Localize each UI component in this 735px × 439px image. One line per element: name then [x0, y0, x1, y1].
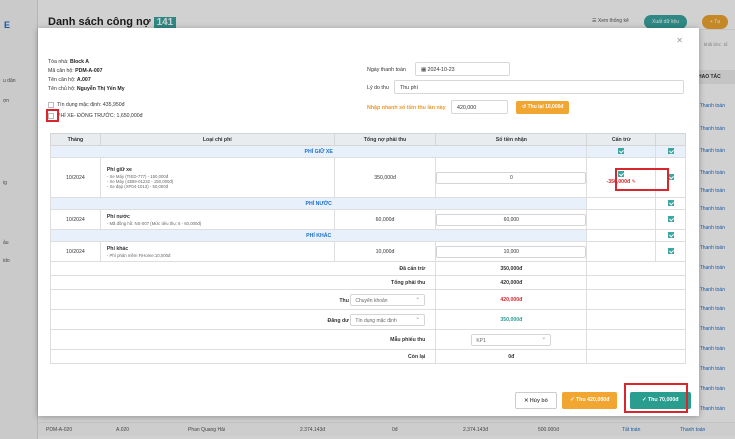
summary-offset-row: Đã cấn trừ 350,000đ: [49, 261, 686, 276]
quick-amount-input[interactable]: 420,000: [451, 100, 508, 114]
received-cell: 10,000: [435, 241, 588, 262]
month-cell: 10/2024: [50, 209, 101, 230]
col-total-debt: Tổng nợ phải thu: [333, 133, 437, 146]
total-cell: 350,000đ: [333, 157, 437, 198]
reason-label: Lý do thu: [367, 85, 389, 91]
received-input[interactable]: 60,000: [436, 213, 587, 226]
quick-refund-button[interactable]: ↺ Thu lại 10,000đ: [516, 101, 570, 114]
section-select-checkbox[interactable]: [667, 199, 674, 206]
highlight-box: [624, 383, 688, 413]
section-select-checkbox[interactable]: [667, 231, 674, 238]
pay-date-input[interactable]: ▦ 2024-10-23: [415, 62, 510, 76]
received-cell: 60,000: [435, 209, 588, 230]
fee-cell: Phí nước - Mã đồng hồ: NS-007 (Mức tiêu …: [99, 209, 335, 230]
received-input[interactable]: 10,000: [436, 245, 587, 258]
section-title: PHÍ GIỮ XE: [49, 145, 588, 158]
section-select-checkbox[interactable]: [667, 147, 674, 154]
row-select-checkbox[interactable]: [667, 215, 674, 222]
unit-code-line: Mã căn hộ: PDM-A-007: [48, 68, 103, 74]
month-cell: 10/2024: [50, 157, 101, 198]
fee-row: 10/2024 Phí nước - Mã đồng hồ: NS-007 (M…: [50, 209, 686, 230]
fee-table: Tháng Loại chi phí Tổng nợ phải thu Số t…: [49, 133, 686, 364]
received-input[interactable]: 0: [436, 171, 587, 184]
credit-limit-checkbox[interactable]: [48, 102, 54, 108]
pay-orange-button[interactable]: ✓ Thu 420,000đ: [562, 392, 618, 409]
received-cell: 0: [435, 157, 588, 198]
receipt-template-select[interactable]: KP1: [471, 333, 552, 346]
fee-row: 10/2024 Phí giữ xe - Xe Máy (TIED-777) -…: [50, 157, 686, 198]
fee-row: 10/2024 Phí khác - Phí phản mềm FiHome:1…: [50, 241, 686, 262]
section-offset-checkbox[interactable]: [618, 147, 625, 154]
highlight-box: [46, 109, 59, 122]
unit-name-line: Tên căn hộ: A.007: [48, 77, 91, 83]
fee-cell: Phí giữ xe - Xe Máy (TIED-777) - 150,000…: [99, 157, 335, 198]
prepaid-fee-option[interactable]: PHÍ XE- ĐÓNG TRƯỚC: 1,650,000đ: [48, 113, 142, 119]
total-cell: 10,000đ: [333, 241, 437, 262]
row-select-checkbox[interactable]: [667, 247, 674, 254]
section-title: PHÍ KHÁC: [49, 229, 588, 242]
col-fee-type: Loại chi phí: [99, 133, 335, 146]
summary-debt-row: Đăng dư Tín dụng mặc định 350,000đ: [49, 309, 686, 330]
apartment-info: Tòa nhà: Block A Mã căn hộ: PDM-A-007 Tê…: [48, 58, 125, 94]
collect-method-select[interactable]: Chuyển khoản: [350, 293, 426, 306]
section-row: PHÍ NƯỚC: [49, 197, 686, 210]
section-row: PHÍ GIỮ XE: [49, 145, 686, 158]
block-line: Tòa nhà: Block A: [48, 59, 90, 65]
credit-limit-option[interactable]: Tín dụng mặc định: 435,950đ: [48, 102, 125, 108]
pay-date-label: Ngày thanh toán: [367, 67, 406, 73]
col-offset: Cấn trừ: [586, 133, 657, 146]
section-title: PHÍ NƯỚC: [49, 197, 588, 210]
summary-remain-row: Còn lại 0đ: [49, 349, 686, 364]
payment-modal: ✕ Tòa nhà: Block A Mã căn hộ: PDM-A-007 …: [38, 28, 699, 416]
summary-receipt-row: Mẫu phiếu thu KP1: [49, 329, 686, 350]
fee-cell: Phí khác - Phí phản mềm FiHome:10,000đ: [99, 241, 335, 262]
reason-input[interactable]: Thu phí: [394, 80, 684, 94]
close-icon[interactable]: ✕: [676, 36, 683, 45]
col-received: Số tiền nhận: [435, 133, 588, 146]
calendar-icon: ▦: [421, 67, 427, 73]
cancel-button[interactable]: ✕ Hủy bỏ: [515, 392, 557, 409]
section-row: PHÍ KHÁC: [49, 229, 686, 242]
highlight-box: [615, 168, 669, 191]
debt-method-select[interactable]: Tín dụng mặc định: [350, 313, 426, 326]
owner-line: Tên chủ hộ: Nguyễn Thị Yến My: [48, 86, 125, 92]
total-cell: 60,000đ: [333, 209, 437, 230]
quick-amount-label: Nhập nhanh số tiền thu lần này: [367, 105, 446, 111]
col-select: [655, 133, 686, 146]
summary-total-row: Tổng phải thu 420,000đ: [49, 275, 686, 290]
summary-collect-row: Thu Chuyển khoản 420,000đ: [49, 289, 686, 310]
month-cell: 10/2024: [50, 241, 101, 262]
col-month: Tháng: [50, 133, 101, 146]
table-header: Tháng Loại chi phí Tổng nợ phải thu Số t…: [50, 133, 686, 146]
